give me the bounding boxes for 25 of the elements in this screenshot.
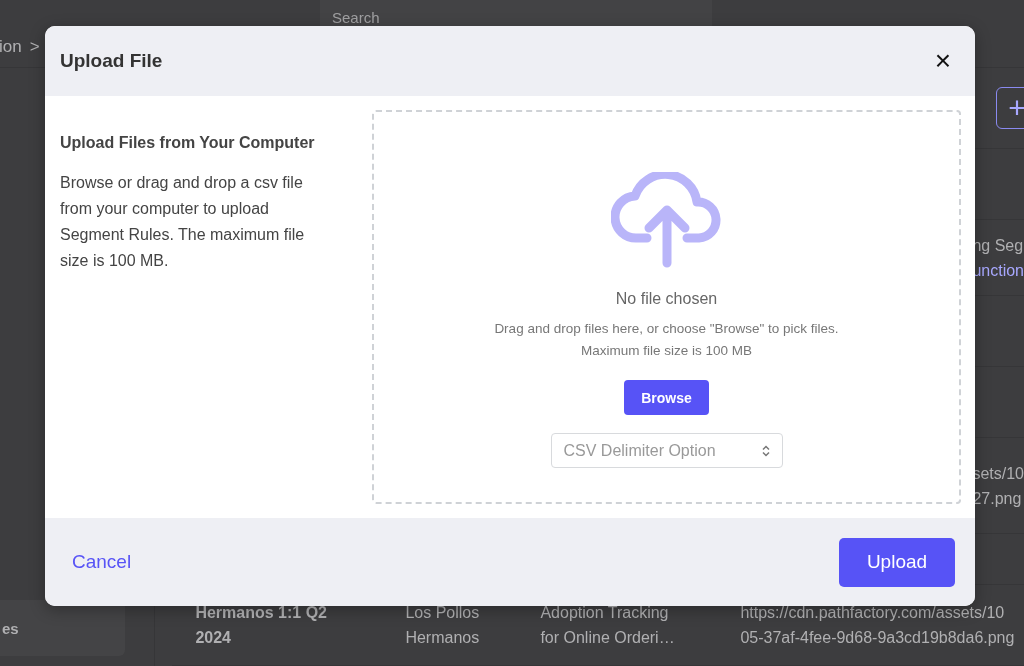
breadcrumb-separator: >: [29, 36, 40, 57]
cloud-upload-icon: [610, 172, 723, 268]
table-link[interactable]: unction: [972, 257, 1024, 283]
file-status: No file chosen: [615, 290, 718, 308]
drop-hint: Drag and drop files here, or choose "Browse" to pick files.: [494, 320, 839, 338]
cancel-link[interactable]: Cancel: [72, 551, 132, 573]
table-cell-text: https://cdn.pathfactory.com/assets/10 05-37af-4fee-9d68-9a3cd19b8da6.png: [739, 603, 1016, 648]
table-cell-text: Hermanos 1:1 Q2 2024: [194, 603, 328, 648]
close-button[interactable]: ×: [930, 47, 955, 75]
table-cell-text: sets/10 27.png: [971, 463, 1024, 509]
size-limit-text: Maximum file size is 100 MB: [580, 342, 752, 360]
section-heading: Upload Files from Your Computer: [60, 134, 316, 152]
delimiter-select[interactable]: CSV Delimiter Option: [550, 433, 783, 468]
breadcrumb-link[interactable]: ion: [0, 36, 22, 57]
search-field[interactable]: Search: [320, 0, 712, 26]
add-button[interactable]: +: [996, 87, 1024, 129]
dialog-title: Upload File: [60, 50, 163, 72]
table-cell-text: Adoption Tracking for Online Orderi…: [539, 603, 676, 648]
upload-button[interactable]: Upload: [839, 537, 955, 587]
chevron-up-down-icon: [761, 444, 770, 457]
table-cell-text: Los Pollos Hermanos: [404, 603, 481, 648]
description-text: Browse or drag and drop a csv file from your computer to upload Segment Rules. The maximum file size is 100 MB.: [60, 173, 306, 271]
drop-zone[interactable]: No file chosen Drag and drop files here, or choose "Browse" to pick files. Maximum file size is 100 MB Browse CSV Delimiter Option: [372, 110, 961, 504]
browse-button[interactable]: Browse: [624, 380, 709, 415]
sidebar-item[interactable]: es: [0, 600, 125, 656]
